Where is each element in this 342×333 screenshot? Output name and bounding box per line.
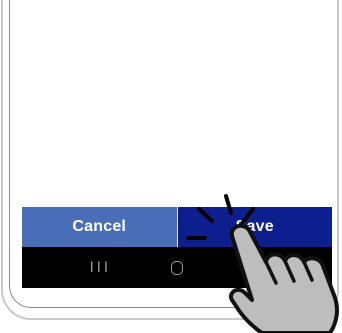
system-navigation-bar: III ‹ [22, 247, 332, 288]
phone-stage: Cancel Save III ‹ [0, 0, 342, 333]
save-button[interactable]: Save [176, 207, 332, 247]
home-icon[interactable] [157, 253, 197, 283]
back-icon[interactable]: ‹ [234, 253, 274, 283]
app-screen: Cancel Save III ‹ [22, 0, 332, 288]
recents-icon[interactable]: III [80, 253, 120, 283]
recents-glyph: III [89, 259, 112, 276]
home-glyph [170, 260, 183, 275]
cancel-button-label: Cancel [72, 218, 127, 235]
back-glyph: ‹ [250, 257, 258, 278]
save-button-label: Save [235, 218, 274, 235]
action-bar: Cancel Save [22, 207, 332, 247]
cancel-button[interactable]: Cancel [22, 207, 177, 247]
